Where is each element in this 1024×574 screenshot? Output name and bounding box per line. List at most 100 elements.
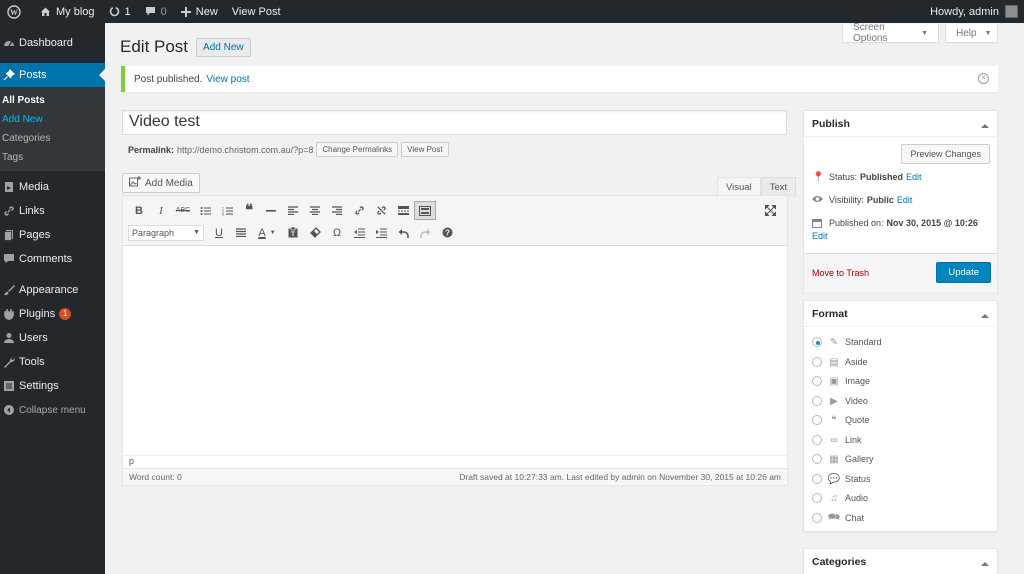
remove-link-button[interactable] [370, 201, 392, 220]
toolbar-row-2: Paragraph ▼ U A ▼ T Ω ? [128, 223, 458, 242]
preview-changes-button[interactable]: Preview Changes [901, 144, 990, 164]
help-circle-icon[interactable]: ? [436, 223, 458, 242]
toolbar-toggle-button[interactable] [414, 201, 436, 220]
submenu-tags[interactable]: Tags [0, 148, 105, 167]
move-to-trash-link[interactable]: Move to Trash [812, 268, 869, 278]
read-more-button[interactable] [392, 201, 414, 220]
permalink-url[interactable]: http://demo.christom.com.au/?p=8 [177, 145, 313, 155]
submenu-add-new[interactable]: Add New [0, 110, 105, 129]
dismiss-icon[interactable]: × [978, 73, 989, 84]
format-box-header[interactable]: Format [804, 301, 997, 327]
radio[interactable] [812, 513, 822, 523]
format-option-quote[interactable]: ❝ Quote [812, 414, 870, 426]
menu-item-media[interactable]: Media [0, 175, 105, 199]
menu-item-settings[interactable]: Settings [0, 374, 105, 398]
new-label: New [195, 5, 218, 18]
site-name-link[interactable]: My blog [33, 0, 102, 23]
format-option-image[interactable]: ▣ Image [812, 375, 870, 387]
add-new-button[interactable]: Add New [196, 37, 251, 57]
redo-button[interactable] [414, 223, 436, 242]
screen-options-button[interactable]: Screen Options ▼ [842, 22, 939, 44]
special-character-button[interactable]: Ω [326, 223, 348, 242]
increase-indent-button[interactable] [370, 223, 392, 242]
menu-item-pages[interactable]: Pages [0, 223, 105, 247]
align-left-button[interactable] [282, 201, 304, 220]
tab-text[interactable]: Text [760, 177, 797, 197]
submenu-all-posts[interactable]: All Posts [0, 91, 105, 110]
menu-item-users[interactable]: Users [0, 326, 105, 350]
categories-box-header[interactable]: Categories [804, 549, 997, 574]
format-option-gallery[interactable]: ▦ Gallery [812, 453, 874, 465]
format-select[interactable]: Paragraph ▼ [128, 224, 204, 241]
underline-button[interactable]: U [208, 223, 230, 242]
radio[interactable] [812, 415, 822, 425]
submenu-categories[interactable]: Categories [0, 129, 105, 148]
view-post-button[interactable]: View Post [401, 142, 449, 157]
radio-selected[interactable] [812, 337, 822, 347]
tab-visual[interactable]: Visual [717, 177, 761, 197]
radio[interactable] [812, 454, 822, 464]
add-media-button[interactable]: Add Media [122, 173, 200, 193]
change-permalinks-button[interactable]: Change Permalinks [316, 142, 399, 157]
comments-link[interactable]: 0 [138, 0, 174, 23]
menu-item-comments[interactable]: Comments [0, 247, 105, 271]
radio[interactable] [812, 396, 822, 406]
status-label: Status: [829, 172, 858, 182]
edit-status-link[interactable]: Edit [906, 172, 922, 182]
text-color-button[interactable]: A ▼ [252, 223, 282, 242]
italic-button[interactable]: I [150, 201, 172, 220]
clear-formatting-button[interactable] [304, 223, 326, 242]
fullscreen-icon[interactable] [759, 201, 781, 220]
radio[interactable] [812, 435, 822, 445]
updates-link[interactable]: 1 [102, 0, 138, 23]
eye-icon [812, 195, 824, 206]
publish-box-header[interactable]: Publish [804, 111, 997, 137]
menu-item-plugins[interactable]: Plugins 1 [0, 302, 105, 326]
menu-item-tools[interactable]: Tools [0, 350, 105, 374]
format-option-chat[interactable]: 🗪 Chat [812, 512, 864, 524]
view-post-link[interactable]: View Post [225, 0, 288, 23]
format-option-aside[interactable]: ▤ Aside [812, 356, 868, 368]
horizontal-line-button[interactable] [260, 201, 282, 220]
view-post-link[interactable]: View post [206, 74, 249, 85]
justify-button[interactable] [230, 223, 252, 242]
bulleted-list-button[interactable] [194, 201, 216, 220]
radio[interactable] [812, 474, 822, 484]
align-center-button[interactable] [304, 201, 326, 220]
post-title-input[interactable]: Video test [122, 110, 787, 135]
format-option-audio[interactable]: ♫ Audio [812, 492, 868, 504]
format-option-status[interactable]: 💬 Status [812, 473, 871, 485]
bold-button[interactable]: B [128, 201, 150, 220]
editor-content-area[interactable] [123, 246, 787, 455]
update-button[interactable]: Update [936, 262, 991, 283]
strikethrough-button[interactable]: ABC [172, 201, 194, 220]
edit-date-link[interactable]: Edit [812, 231, 828, 241]
format-option-link[interactable]: ∞ Link [812, 434, 862, 446]
decrease-indent-button[interactable] [348, 223, 370, 242]
undo-button[interactable] [392, 223, 414, 242]
format-option-video[interactable]: ▶ Video [812, 395, 868, 407]
blockquote-button[interactable]: ❝ [238, 201, 260, 220]
help-button[interactable]: Help ▼ [945, 24, 998, 43]
wordpress-logo-icon[interactable]: W [0, 0, 33, 23]
my-account[interactable]: Howdy, admin [930, 5, 1024, 18]
edit-visibility-link[interactable]: Edit [897, 195, 913, 205]
numbered-list-button[interactable]: 123 [216, 201, 238, 220]
menu-item-dashboard[interactable]: Dashboard [0, 31, 105, 55]
menu-item-appearance[interactable]: Appearance [0, 278, 105, 302]
insert-link-button[interactable] [348, 201, 370, 220]
radio[interactable] [812, 493, 822, 503]
collapse-arrow-icon[interactable] [981, 310, 989, 318]
menu-item-posts[interactable]: Posts [0, 63, 105, 87]
status-value: Published [860, 172, 904, 182]
radio[interactable] [812, 376, 822, 386]
collapse-arrow-icon[interactable] [981, 120, 989, 128]
collapse-arrow-icon[interactable] [981, 558, 989, 566]
format-option-standard[interactable]: ✎ Standard [812, 336, 882, 348]
new-content-link[interactable]: New [174, 0, 225, 23]
paste-as-text-button[interactable]: T [282, 223, 304, 242]
align-right-button[interactable] [326, 201, 348, 220]
radio[interactable] [812, 357, 822, 367]
menu-item-links[interactable]: Links [0, 199, 105, 223]
collapse-menu-button[interactable]: Collapse menu [0, 398, 105, 422]
